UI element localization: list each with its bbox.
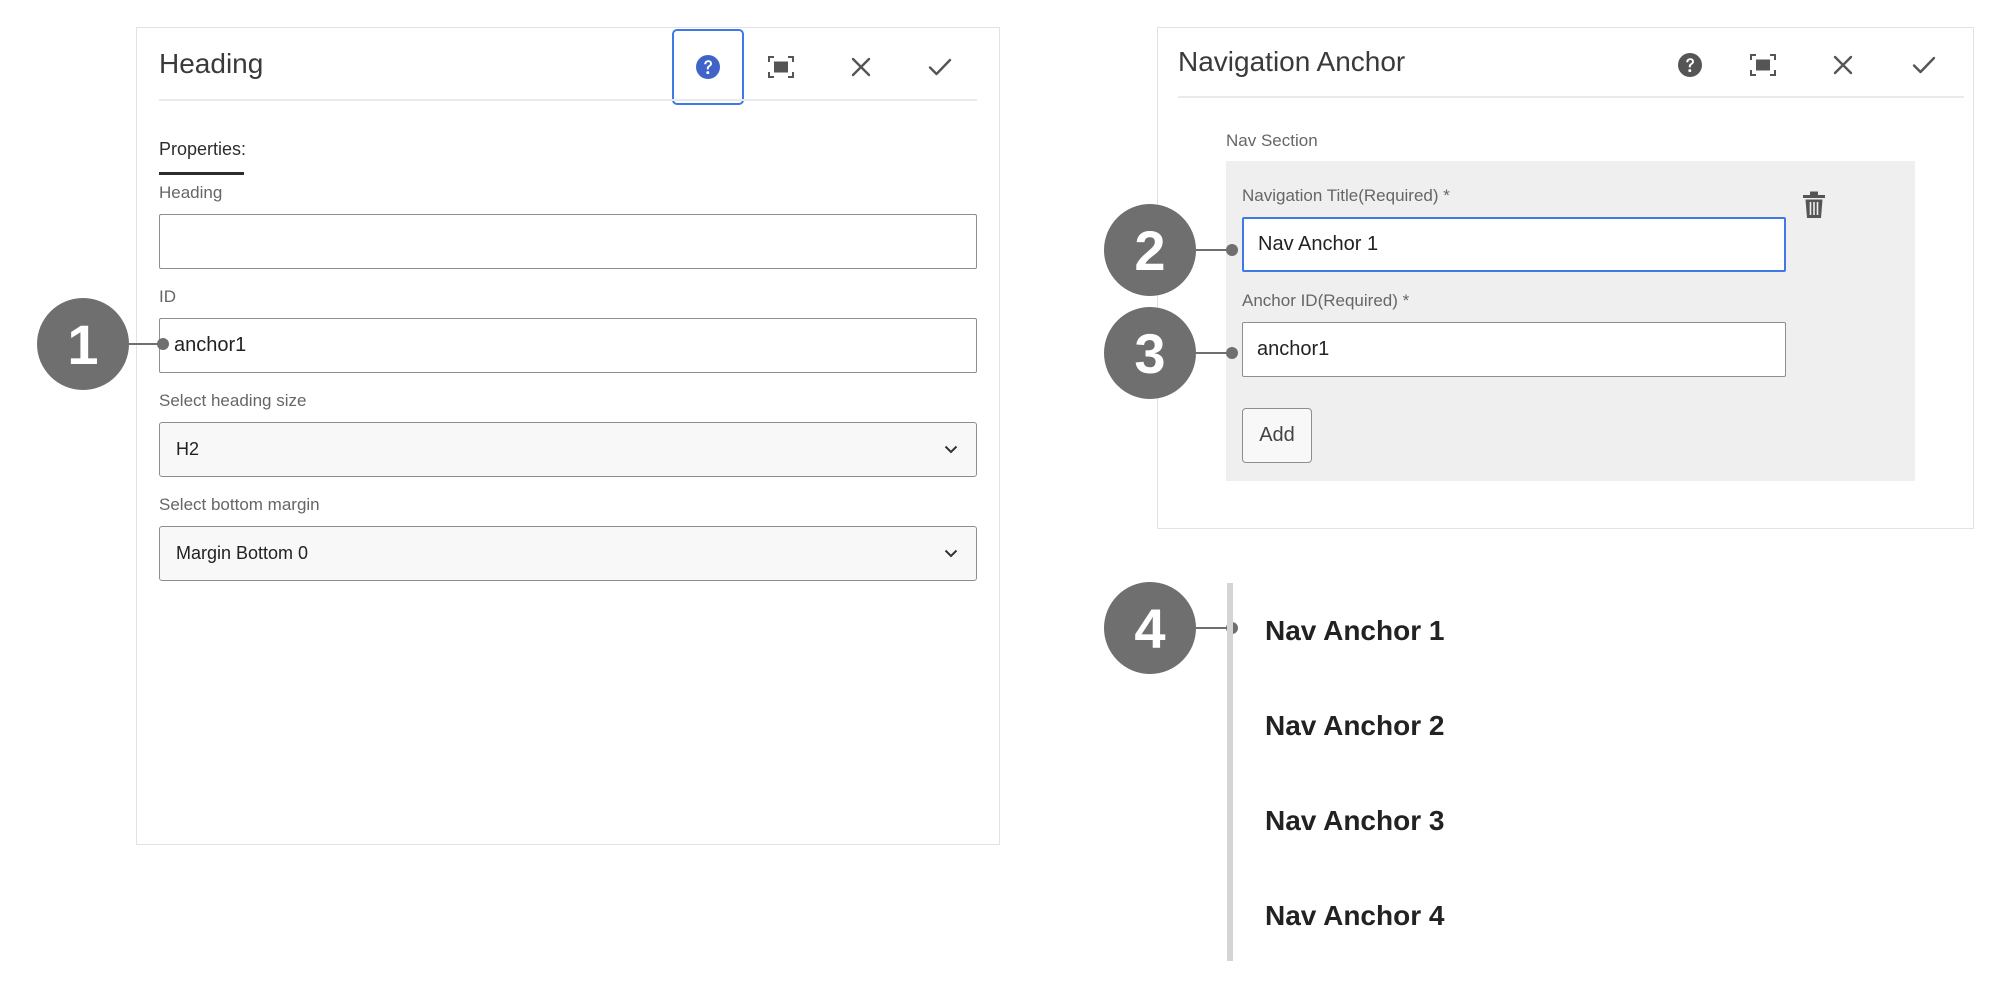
nav-section-multifield: Navigation Title(Required) * Anchor ID(R…: [1226, 161, 1915, 481]
nav-list-rail: [1227, 583, 1233, 961]
close-icon: [851, 57, 871, 77]
help-icon: [696, 55, 720, 79]
callout-3: 3: [1104, 307, 1196, 399]
heading-size-select[interactable]: H2: [159, 422, 977, 477]
fullscreen-button[interactable]: [745, 29, 817, 105]
chevron-down-icon: [944, 549, 958, 558]
tab-properties-underline: [159, 172, 244, 175]
navigation-title-label: Navigation Title(Required) *: [1242, 186, 1450, 205]
nav-item-3[interactable]: Nav Anchor 3: [1265, 805, 1444, 837]
heading-dialog-title: Heading: [159, 48, 264, 79]
delete-item-button[interactable]: [1802, 191, 1826, 224]
callout-1: 1: [37, 298, 129, 390]
trash-icon: [1803, 191, 1825, 218]
heading-size-label: Select heading size: [159, 391, 307, 410]
callout-4: 4: [1104, 582, 1196, 674]
header-divider: [159, 99, 977, 101]
callout-2: 2: [1104, 204, 1196, 296]
heading-dialog: Heading Properties: Heading ID Select he…: [136, 27, 1000, 845]
close-button[interactable]: [1807, 27, 1879, 103]
header-divider: [1178, 96, 1964, 98]
help-button[interactable]: [1654, 27, 1726, 103]
fullscreen-icon: [1750, 54, 1776, 76]
navigation-anchor-dialog-title: Navigation Anchor: [1178, 46, 1406, 77]
help-button[interactable]: [672, 29, 744, 105]
anchor-id-input[interactable]: [1242, 322, 1786, 377]
anchor-id-label: Anchor ID(Required) *: [1242, 291, 1410, 310]
nav-item-2[interactable]: Nav Anchor 2: [1265, 710, 1444, 742]
fullscreen-button[interactable]: [1727, 27, 1799, 103]
done-button[interactable]: [904, 29, 976, 105]
nav-section-label: Nav Section: [1226, 131, 1318, 150]
tab-properties[interactable]: Properties:: [159, 139, 246, 160]
nav-item-4[interactable]: Nav Anchor 4: [1265, 900, 1444, 932]
chevron-down-icon: [944, 445, 958, 454]
callout-1-dot: [157, 338, 169, 350]
done-button[interactable]: [1888, 27, 1960, 103]
callout-2-dot: [1226, 244, 1238, 256]
help-icon: [1678, 53, 1702, 77]
close-button[interactable]: [825, 29, 897, 105]
id-field-label: ID: [159, 287, 176, 306]
fullscreen-icon: [768, 56, 794, 78]
navigation-anchor-dialog: Navigation Anchor Nav Section Navigation…: [1157, 27, 1974, 529]
add-button[interactable]: Add: [1242, 408, 1312, 463]
checkmark-icon: [928, 58, 952, 76]
callout-3-dot: [1226, 347, 1238, 359]
id-input[interactable]: [159, 318, 977, 373]
navigation-title-input[interactable]: [1242, 217, 1786, 272]
bottom-margin-value: Margin Bottom 0: [176, 543, 309, 563]
checkmark-icon: [1912, 56, 1936, 74]
close-icon: [1833, 55, 1853, 75]
heading-size-value: H2: [176, 439, 200, 459]
heading-input[interactable]: [159, 214, 977, 269]
heading-field-label: Heading: [159, 183, 223, 202]
bottom-margin-label: Select bottom margin: [159, 495, 320, 514]
nav-item-1[interactable]: Nav Anchor 1: [1265, 615, 1444, 647]
bottom-margin-select[interactable]: Margin Bottom 0: [159, 526, 977, 581]
